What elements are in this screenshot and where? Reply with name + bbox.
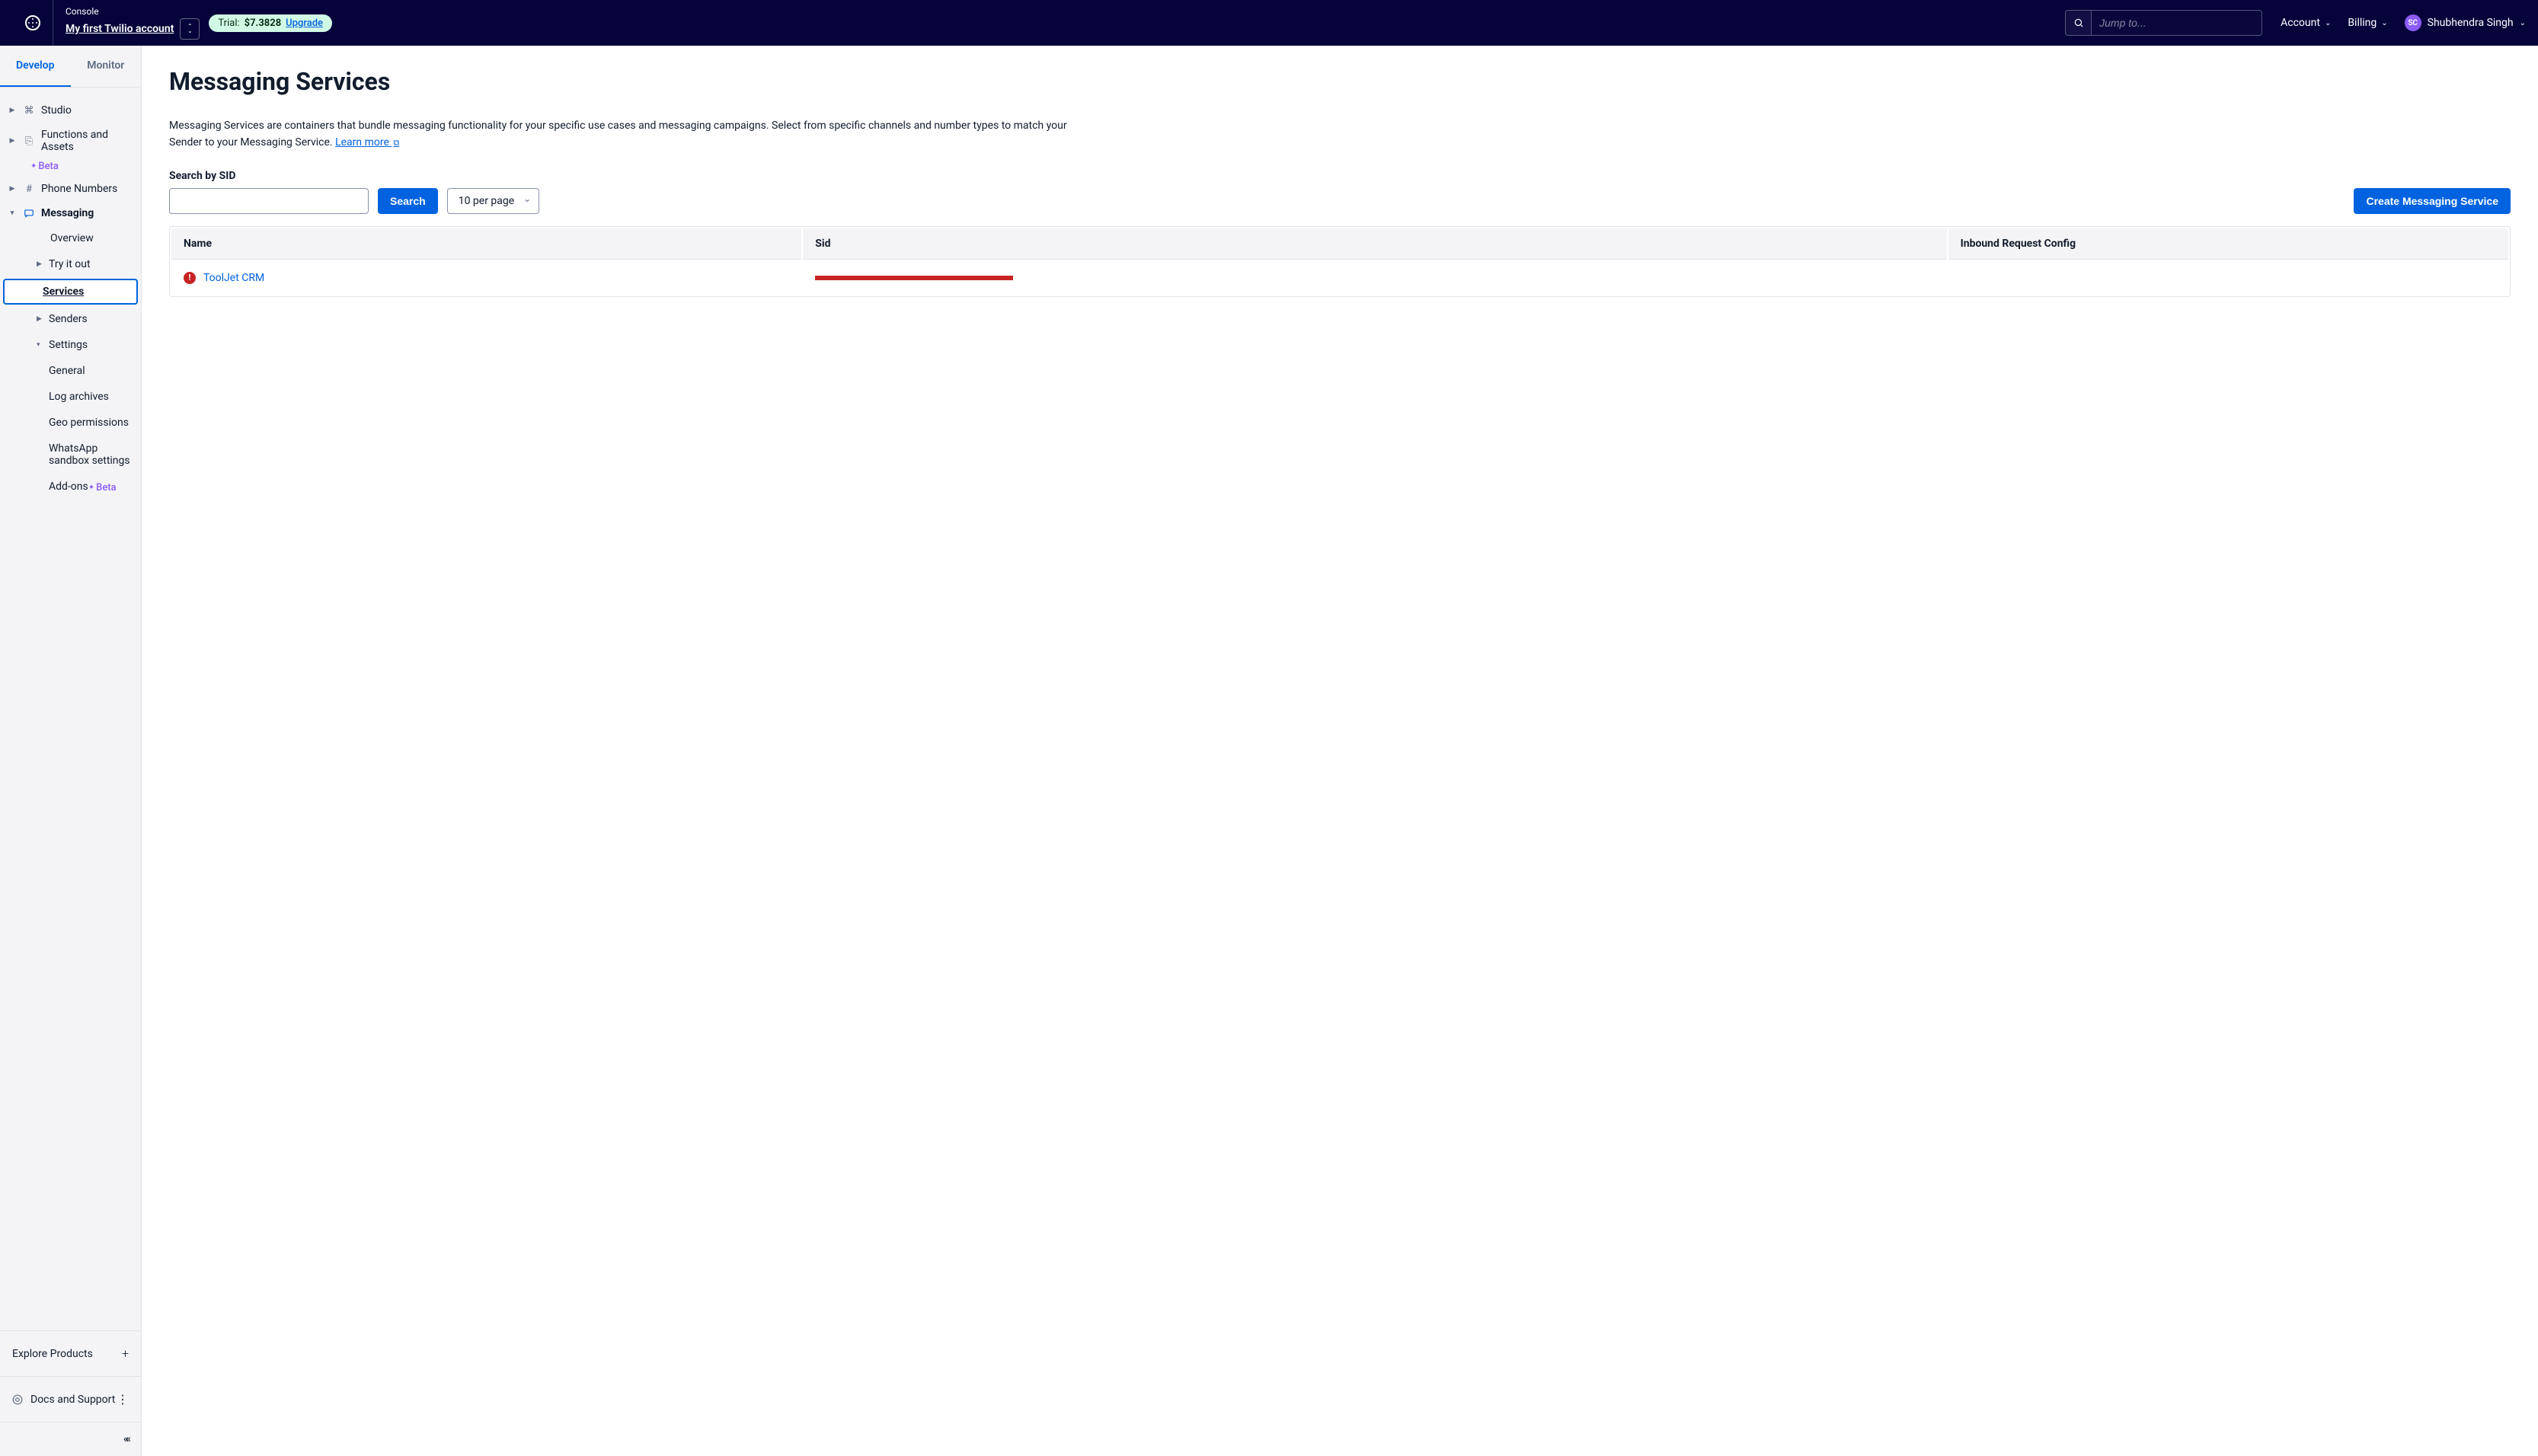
services-table: Name Sid Inbound Request Config ! ToolJe… (169, 226, 2511, 297)
trial-amount: $7.3828 (245, 18, 282, 29)
col-name: Name (171, 228, 801, 260)
search-button[interactable]: Search (378, 188, 438, 214)
inbound-cell (1948, 261, 2508, 295)
per-page-dropdown[interactable]: 10 per page (447, 188, 539, 214)
tab-develop[interactable]: Develop (0, 46, 71, 87)
chevron-right-icon: ▶ (8, 107, 17, 114)
sidebar-item-services[interactable]: Services (3, 279, 138, 305)
explore-products[interactable]: Explore Products + (0, 1331, 141, 1376)
error-icon: ! (184, 272, 196, 284)
account-switcher-button[interactable] (180, 18, 200, 40)
service-name-link[interactable]: ToolJet CRM (203, 272, 264, 284)
docs-support[interactable]: Docs and Support ⋮ (0, 1377, 141, 1422)
sidebar-item-general[interactable]: General (49, 358, 141, 384)
sparkle-icon: ✦ (30, 162, 37, 171)
sidebar-item-studio[interactable]: ▶ ⌘ Studio (0, 98, 141, 123)
chevron-right-icon: ▶ (8, 185, 17, 193)
sidebar-item-logarchives[interactable]: Log archives (49, 384, 141, 410)
account-menu[interactable]: Account⌄ (2281, 17, 2331, 29)
sidebar-item-senders[interactable]: ▶Senders (29, 306, 141, 332)
col-sid: Sid (803, 228, 1946, 260)
chevron-right-icon: ▶ (8, 137, 17, 145)
upgrade-link[interactable]: Upgrade (286, 18, 323, 29)
col-inbound: Inbound Request Config (1948, 228, 2508, 260)
sidebar-item-messaging[interactable]: ▾ Messaging (0, 201, 141, 225)
code-icon: ⎘ (23, 136, 35, 147)
page-title: Messaging Services (169, 67, 2511, 96)
tab-monitor[interactable]: Monitor (71, 46, 142, 87)
global-search (2065, 10, 2262, 36)
user-menu[interactable]: SC Shubhendra Singh ⌄ (2405, 14, 2526, 31)
trial-badge: Trial: $7.3828 Upgrade (209, 14, 332, 32)
avatar: SC (2405, 14, 2421, 31)
plus-icon: + (122, 1346, 129, 1361)
trial-prefix: Trial: (218, 18, 239, 29)
sidebar: Develop Monitor ▶ ⌘ Studio ▶ ⎘ Functions… (0, 46, 142, 1456)
hash-icon: # (23, 184, 35, 195)
chevron-right-icon: ▶ (37, 260, 43, 268)
chevron-down-icon: ⌄ (2381, 19, 2387, 27)
more-icon[interactable]: ⋮ (117, 1392, 129, 1407)
search-sid-label: Search by SID (169, 170, 2511, 182)
sparkle-icon: ✦ (88, 484, 94, 492)
create-service-button[interactable]: Create Messaging Service (2354, 188, 2511, 214)
account-block: Console My first Twilio account (66, 6, 200, 40)
chevron-right-icon: ▶ (37, 315, 43, 323)
chevron-down-icon: ▾ (8, 209, 17, 217)
chat-icon (23, 208, 35, 219)
billing-menu[interactable]: Billing⌄ (2348, 17, 2387, 29)
sidebar-item-overview[interactable]: Overview (43, 225, 141, 251)
logo[interactable] (12, 0, 53, 46)
search-icon-button[interactable] (2065, 10, 2091, 36)
flow-icon: ⌘ (23, 105, 35, 117)
collapse-sidebar-button[interactable]: «« (123, 1433, 129, 1445)
sidebar-item-whatsapp[interactable]: WhatsApp sandbox settings (49, 436, 141, 474)
beta-badge: ✦Beta (30, 161, 59, 172)
sidebar-item-addons[interactable]: Add-ons✦Beta (49, 474, 141, 500)
learn-more-link[interactable]: Learn more ⧉ (335, 136, 399, 148)
twilio-logo-icon (25, 15, 40, 30)
search-icon (2073, 18, 2084, 28)
sidebar-item-geoperm[interactable]: Geo permissions (49, 410, 141, 436)
sidebar-item-tryit[interactable]: ▶Try it out (29, 251, 141, 277)
user-name: Shubhendra Singh (2428, 17, 2514, 29)
chevron-down-icon: ⌄ (2520, 19, 2526, 27)
console-label: Console (66, 6, 200, 17)
beta-badge: ✦Beta (88, 482, 117, 493)
chevron-down-icon: ⌄ (2325, 19, 2331, 27)
redacted-sid (815, 276, 1013, 280)
external-link-icon: ⧉ (393, 138, 399, 148)
sidebar-item-settings[interactable]: ▾Settings (29, 332, 141, 358)
help-icon (12, 1394, 23, 1405)
table-row: ! ToolJet CRM (171, 261, 2508, 295)
chevron-down-icon: ▾ (37, 341, 43, 349)
account-name-link[interactable]: My first Twilio account (66, 23, 174, 35)
top-header: Console My first Twilio account Trial: $… (0, 0, 2538, 46)
sidebar-item-phone-numbers[interactable]: ▶ # Phone Numbers (0, 177, 141, 201)
global-search-input[interactable] (2091, 10, 2262, 36)
search-sid-input[interactable] (169, 188, 369, 214)
page-description: Messaging Services are containers that b… (169, 117, 1083, 152)
main-content: Messaging Services Messaging Services ar… (142, 46, 2538, 1456)
sidebar-item-functions[interactable]: ▶ ⎘ Functions and Assets (0, 123, 141, 159)
